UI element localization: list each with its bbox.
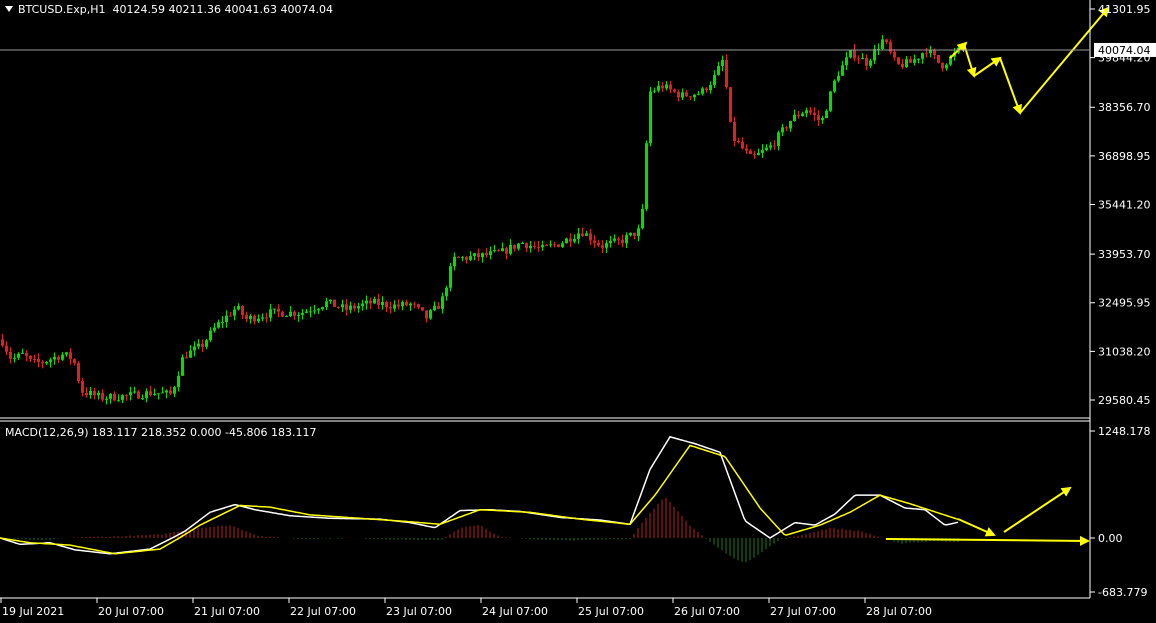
time-tick-label: 28 Jul 07:00	[866, 605, 932, 618]
time-tick-label: 19 Jul 2021	[2, 605, 64, 618]
symbol-label: BTCUSD.Exp,H1	[18, 3, 106, 16]
candle	[645, 140, 648, 212]
candle	[937, 55, 940, 64]
candle	[429, 309, 432, 320]
candle	[281, 310, 284, 318]
time-tick-label: 25 Jul 07:00	[578, 605, 644, 618]
time-tick-label: 27 Jul 07:00	[770, 605, 836, 618]
candle	[849, 49, 852, 59]
time-tick-label: 20 Jul 07:00	[98, 605, 164, 618]
macd-tick-label: 1248.178	[1098, 425, 1151, 438]
candle	[333, 299, 336, 307]
price-tick-label: 31038.20	[1098, 345, 1151, 358]
macd-tick-label: -683.779	[1098, 586, 1147, 599]
time-tick-label: 22 Jul 07:00	[290, 605, 356, 618]
candle	[449, 262, 452, 292]
candle	[649, 87, 652, 147]
price-tick-label: 35441.20	[1098, 199, 1151, 212]
current-price-label: 40074.04	[1098, 44, 1151, 57]
candle	[729, 86, 732, 123]
price-tick-label: 41301.95	[1098, 3, 1151, 16]
candle	[181, 354, 184, 377]
time-tick-label: 23 Jul 07:00	[386, 605, 452, 618]
trading-chart[interactable]: 41301.9539844.2038356.7036898.9535441.20…	[0, 0, 1156, 623]
macd-header: MACD(12,26,9) 183.117 218.352 0.000 -45.…	[5, 426, 317, 439]
time-tick-label: 24 Jul 07:00	[482, 605, 548, 618]
ohlc-values: 40124.59 40211.36 40041.63 40074.04	[112, 3, 333, 16]
candle	[565, 237, 568, 244]
price-tick-label: 32495.95	[1098, 297, 1151, 310]
price-tick-label: 29580.45	[1098, 394, 1151, 407]
symbol-header: BTCUSD.Exp,H1 40124.59 40211.36 40041.63…	[5, 3, 333, 16]
price-tick-label: 38356.70	[1098, 101, 1151, 114]
macd-tick-label: 0.00	[1098, 532, 1123, 545]
candle	[833, 79, 836, 94]
candle	[897, 56, 900, 65]
time-tick-label: 21 Jul 07:00	[194, 605, 260, 618]
dropdown-triangle-icon[interactable]	[5, 6, 13, 12]
price-tick-label: 36898.95	[1098, 150, 1151, 163]
candle	[829, 90, 832, 113]
candle	[77, 360, 80, 384]
candle	[557, 244, 560, 248]
price-tick-label: 33953.70	[1098, 248, 1151, 261]
time-tick-label: 26 Jul 07:00	[674, 605, 740, 618]
